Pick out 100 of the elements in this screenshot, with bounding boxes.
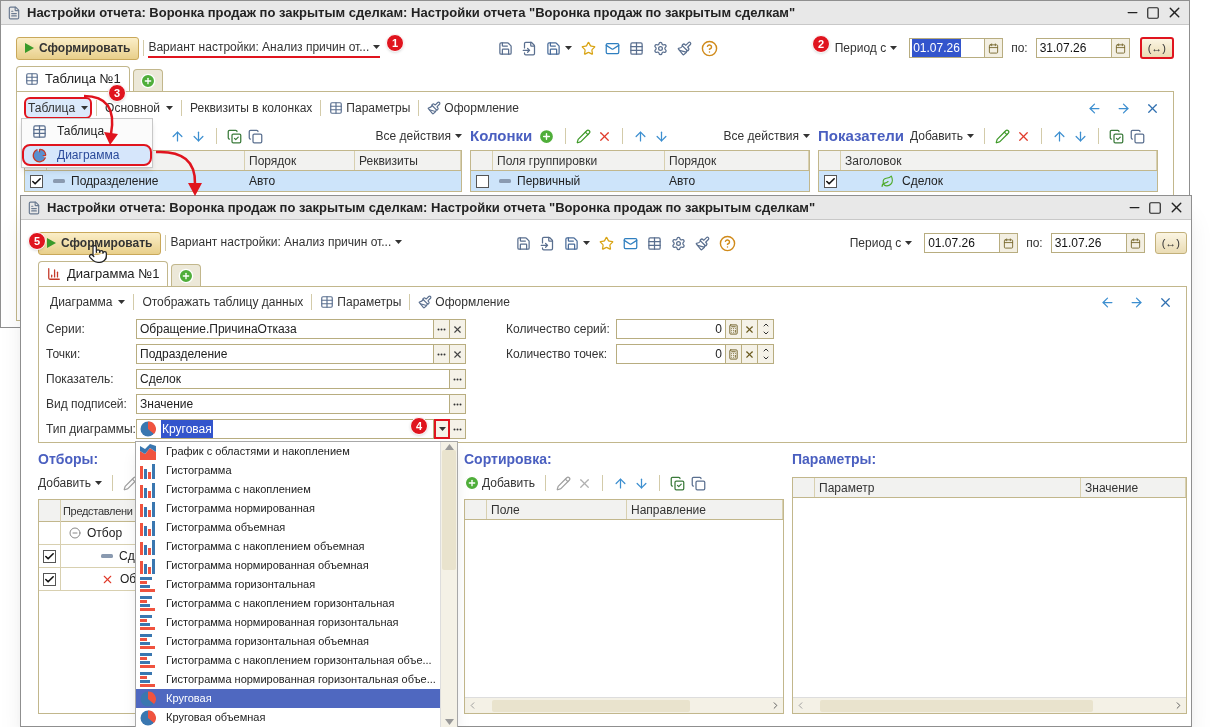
tab[interactable]: Диаграмма №1 bbox=[38, 261, 169, 286]
document-icon[interactable] bbox=[540, 235, 555, 251]
select-button[interactable] bbox=[450, 369, 466, 389]
number-field[interactable]: 0 bbox=[616, 344, 726, 364]
add-button[interactable]: Добавить bbox=[38, 474, 103, 492]
settings-icon[interactable] bbox=[671, 235, 686, 251]
table-row[interactable]: Подразделение Авто bbox=[25, 171, 461, 191]
clear-button[interactable] bbox=[450, 344, 466, 364]
add-icon[interactable] bbox=[538, 127, 556, 145]
variant-dropdown[interactable]: Вариант настройки: Анализ причин от... bbox=[170, 233, 403, 253]
period-dropdown[interactable]: Период с bbox=[834, 39, 898, 57]
clear-button[interactable] bbox=[742, 319, 758, 339]
clear-button[interactable] bbox=[742, 344, 758, 364]
horizontal-scrollbar[interactable] bbox=[465, 697, 783, 713]
list-item[interactable]: Гистограмма с накоплением горизонтальная объе... bbox=[136, 651, 440, 670]
calendar-icon[interactable] bbox=[1114, 42, 1126, 54]
list-item[interactable]: Гистограмма объемная bbox=[136, 518, 440, 537]
spin-button[interactable] bbox=[758, 319, 774, 339]
list-item[interactable]: Гистограмма bbox=[136, 461, 440, 480]
list-item[interactable]: Гистограмма нормированная горизонтальная объе... bbox=[136, 670, 440, 689]
edit-icon[interactable] bbox=[556, 475, 572, 491]
column-header[interactable]: Значение bbox=[1081, 478, 1186, 497]
select-button[interactable] bbox=[450, 394, 466, 414]
list-item[interactable]: Гистограмма горизонтальная объемная bbox=[136, 632, 440, 651]
number-field[interactable]: 0 bbox=[616, 319, 726, 339]
horizontal-scrollbar[interactable] bbox=[793, 697, 1186, 713]
table-icon[interactable] bbox=[628, 40, 644, 56]
column-header[interactable]: Поле bbox=[487, 500, 627, 519]
list-item[interactable]: Гистограмма нормированная горизонтальная bbox=[136, 613, 440, 632]
column-header[interactable]: Порядок bbox=[665, 151, 809, 170]
calculator-button[interactable] bbox=[726, 344, 742, 364]
brush-icon[interactable] bbox=[695, 235, 710, 251]
column-header[interactable]: Порядок bbox=[245, 151, 355, 170]
uncheck-all-icon[interactable] bbox=[691, 475, 707, 491]
all-actions-button[interactable]: Все действия bbox=[723, 127, 810, 145]
input-field[interactable]: Подразделение bbox=[136, 344, 434, 364]
list-item[interactable]: Гистограмма с накоплением горизонтальная bbox=[136, 594, 440, 613]
column-header[interactable]: Реквизиты bbox=[355, 151, 461, 170]
list-item[interactable]: Круговая объемная bbox=[136, 708, 440, 727]
move-down-icon[interactable] bbox=[654, 128, 670, 144]
checkbox[interactable] bbox=[823, 174, 837, 188]
all-actions-button[interactable]: Все действия bbox=[375, 127, 462, 145]
list-item[interactable]: Гистограмма с накоплением объемная bbox=[136, 537, 440, 556]
save-settings-icon[interactable] bbox=[516, 235, 531, 251]
uncheck-all-icon[interactable] bbox=[248, 128, 263, 144]
save-icon[interactable] bbox=[545, 40, 561, 56]
maximize-icon[interactable] bbox=[1146, 5, 1160, 20]
add-button[interactable]: Добавить bbox=[464, 474, 536, 492]
check-all-icon[interactable] bbox=[1109, 128, 1125, 144]
toolbar-button[interactable]: Диаграмма bbox=[46, 291, 130, 313]
date-field[interactable]: 31.07.26 bbox=[1050, 233, 1145, 253]
input-field[interactable]: Обращение.ПричинаОтказа bbox=[136, 319, 434, 339]
add-tab[interactable] bbox=[132, 69, 163, 91]
star-icon[interactable] bbox=[580, 40, 596, 56]
back-icon[interactable] bbox=[1087, 100, 1102, 116]
list-item[interactable]: Гистограмма с накоплением bbox=[136, 480, 440, 499]
clear-button[interactable] bbox=[450, 319, 466, 339]
collapse-icon[interactable] bbox=[69, 527, 81, 539]
table-row[interactable]: Первичный Авто bbox=[471, 171, 809, 191]
move-up-icon[interactable] bbox=[613, 475, 629, 491]
toolbar-button[interactable]: Оформление bbox=[423, 97, 523, 119]
move-up-icon[interactable] bbox=[1052, 128, 1068, 144]
move-up-icon[interactable] bbox=[633, 128, 649, 144]
column-header[interactable]: Параметр bbox=[815, 478, 1081, 497]
brush-icon[interactable] bbox=[676, 40, 692, 56]
document-icon[interactable] bbox=[521, 40, 537, 56]
settings-icon[interactable] bbox=[652, 40, 668, 56]
variant-dropdown[interactable]: Вариант настройки: Анализ причин от... bbox=[148, 38, 381, 58]
checkbox[interactable] bbox=[43, 549, 56, 563]
period-button[interactable]: (↔) bbox=[1139, 37, 1174, 59]
mail-icon[interactable] bbox=[623, 235, 638, 251]
date-field[interactable]: 01.07.26 bbox=[924, 233, 1019, 253]
calculator-button[interactable] bbox=[726, 319, 742, 339]
calendar-icon[interactable] bbox=[1003, 237, 1015, 249]
menu-item[interactable]: Таблица bbox=[22, 120, 152, 142]
period-button[interactable]: (↔) bbox=[1154, 232, 1187, 254]
dropdown-button[interactable] bbox=[434, 419, 450, 439]
check-all-icon[interactable] bbox=[670, 475, 686, 491]
help-icon[interactable] bbox=[719, 234, 736, 252]
table-row[interactable]: Сделок bbox=[819, 171, 1157, 191]
input-field[interactable]: Значение bbox=[136, 394, 450, 414]
edit-icon[interactable] bbox=[995, 128, 1011, 144]
scrollbar[interactable] bbox=[440, 442, 457, 727]
save-icon[interactable] bbox=[564, 235, 579, 251]
list-item[interactable]: График с областями и накоплением bbox=[136, 442, 440, 461]
list-item[interactable]: Гистограмма нормированная bbox=[136, 499, 440, 518]
forward-icon[interactable] bbox=[1129, 294, 1144, 310]
input-field[interactable]: Сделок bbox=[136, 369, 450, 389]
toolbar-button[interactable]: Реквизиты в колонках bbox=[186, 97, 317, 119]
add-button[interactable]: Добавить bbox=[910, 127, 975, 145]
edit-icon[interactable] bbox=[576, 128, 592, 144]
date-field[interactable]: 01.07.26 bbox=[909, 38, 1004, 58]
back-icon[interactable] bbox=[1100, 294, 1115, 310]
menu-item[interactable]: Диаграмма bbox=[22, 144, 152, 166]
calendar-icon[interactable] bbox=[988, 42, 1000, 54]
move-up-icon[interactable] bbox=[170, 128, 185, 144]
toolbar-button[interactable]: Отображать таблицу данных bbox=[138, 291, 308, 313]
save-settings-icon[interactable] bbox=[497, 40, 513, 56]
mail-icon[interactable] bbox=[604, 40, 620, 56]
help-icon[interactable] bbox=[700, 39, 718, 57]
